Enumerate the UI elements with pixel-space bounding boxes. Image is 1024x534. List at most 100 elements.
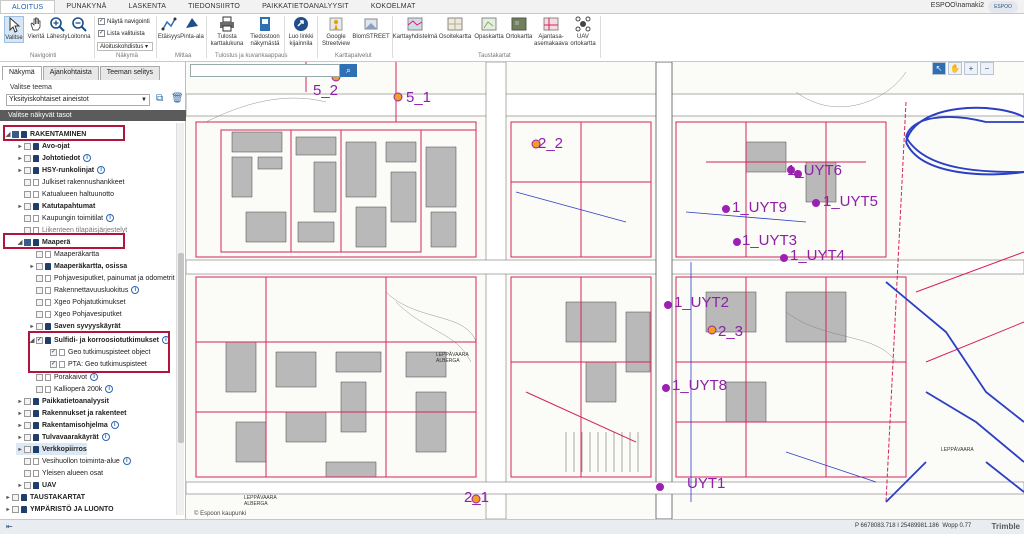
info-icon[interactable]: i — [97, 166, 106, 174]
layer-taustakartat[interactable]: ▸ TAUSTAKARTAT — [4, 491, 85, 503]
expand-icon[interactable]: ▸ — [16, 167, 24, 174]
map-combo-button[interactable]: Karttayhdistelmä — [393, 16, 437, 41]
layer-checkbox[interactable] — [24, 214, 31, 222]
info-icon[interactable]: i — [131, 286, 140, 294]
point-label[interactable]: 1_UYT3 — [742, 232, 797, 249]
guide-map-button[interactable]: Opaskartta — [474, 16, 504, 41]
layer-katutapahtumat[interactable]: ▸ Katutapahtumat — [16, 200, 95, 212]
expand-icon[interactable]: ▸ — [16, 398, 24, 405]
distance-button[interactable]: Etäisyys — [158, 16, 180, 41]
layer-checkbox[interactable] — [24, 178, 31, 186]
layer-checkbox[interactable] — [36, 286, 43, 294]
info-icon[interactable]: i — [122, 457, 131, 465]
layer-verkkopiirros[interactable]: ▸ Verkkopiirros — [16, 443, 87, 455]
point-label[interactable]: 5_2 — [313, 82, 338, 99]
zoom-in-icon[interactable]: + — [964, 62, 978, 75]
layer-checkbox[interactable] — [24, 481, 31, 489]
expand-icon[interactable]: ▸ — [16, 446, 24, 453]
layer-uav[interactable]: ▸ UAV — [16, 479, 56, 491]
layer-rakentamisohjelma[interactable]: ▸ Rakentamisohjelma i — [16, 419, 119, 431]
layer-checkbox[interactable] — [36, 250, 43, 258]
pan-button[interactable]: Vieritä — [26, 16, 46, 41]
expand-icon[interactable]: ▸ — [4, 506, 12, 513]
ortho-map-button[interactable]: Ortokartta — [505, 16, 533, 41]
layer-checkbox[interactable] — [24, 445, 31, 453]
layer-checkbox[interactable] — [24, 166, 31, 174]
expand-icon[interactable]: ▸ — [16, 422, 24, 429]
tab-kokoelmat[interactable]: KOKOELMAT — [360, 0, 427, 13]
layer-yleinen-alue[interactable]: Yleisen alueen osat — [24, 467, 103, 479]
layer-kallioperä[interactable]: Kallioperä 200k i — [36, 383, 114, 395]
streetview-button[interactable]: Google Streetview — [319, 16, 353, 48]
layer-tulva[interactable]: ▸ Tulvavaarakäyrät i — [16, 431, 110, 443]
layer-xgeo-vesi[interactable]: Xgeo Pohjavesiputket — [36, 308, 122, 320]
point-label[interactable]: 2_2 — [538, 135, 563, 152]
tab-aloitus[interactable]: ALOITUS — [0, 0, 56, 13]
selection-tool-dropdown[interactable]: Aloituskohdistus ▾ — [97, 42, 153, 51]
point-label[interactable]: 2_1 — [464, 489, 489, 506]
point-label[interactable]: 5_1 — [406, 89, 431, 106]
tab-paikkatietoanalyysit[interactable]: PAIKKATIETOANALYYSIT — [251, 0, 360, 13]
layer-xgeo-pohja[interactable]: Xgeo Pohjatutkimukset — [36, 296, 126, 308]
layer-checkbox[interactable] — [36, 310, 43, 318]
tab-current[interactable]: Ajankohtaista — [42, 66, 99, 80]
show-navigator-checkbox[interactable]: ✓ Näytä navigointi — [98, 18, 150, 25]
point-label[interactable]: 2_3 — [718, 323, 743, 340]
layer-rakennukset[interactable]: ▸ Rakennukset ja rakenteet — [16, 407, 126, 419]
layer-checkbox[interactable] — [24, 433, 31, 441]
user-name[interactable]: ESPOO\namaki2 — [931, 2, 984, 9]
layer-checkbox[interactable] — [24, 190, 31, 198]
zoning-map-button[interactable]: Ajantasa-asemakaava — [534, 16, 568, 48]
layer-checkbox[interactable] — [36, 373, 43, 381]
layer-johtotiedot[interactable]: ▸ Johtotiedot i — [16, 152, 92, 164]
expand-icon[interactable]: ▸ — [28, 323, 36, 330]
layer-checkbox[interactable] — [36, 322, 43, 330]
info-icon[interactable]: i — [83, 154, 92, 162]
layers-icon[interactable]: ⧉ — [156, 93, 168, 106]
layer-vesihuolto[interactable]: Vesihuollon toiminta-alue i — [24, 455, 131, 467]
info-icon[interactable]: i — [106, 214, 115, 222]
layer-checkbox[interactable] — [24, 409, 31, 417]
layer-avo-ojat[interactable]: ▸ Avo-ojat — [16, 140, 70, 152]
info-icon[interactable]: i — [90, 373, 99, 381]
layer-katualue[interactable]: Katualueen haltuunotto — [24, 188, 114, 200]
scroll-thumb[interactable] — [178, 253, 184, 443]
theme-select[interactable]: Yksityiskohtaiset aineistot ▼ — [6, 94, 150, 106]
point-label[interactable]: 1_UYT5 — [823, 193, 878, 210]
tab-tiedonsiirto[interactable]: TIEDONSIIRTO — [177, 0, 251, 13]
layer-toimitilat[interactable]: Kaupungin toimitilat i — [24, 212, 115, 224]
trash-icon[interactable]: 🗑 — [171, 93, 184, 106]
layer-pohjavesiputket[interactable]: Pohjavesiputket, painumat ja odometrit — [36, 272, 175, 284]
layer-checkbox[interactable] — [12, 493, 19, 501]
zoom-out-button[interactable]: Loitonna — [67, 16, 91, 41]
layer-maaperakartta[interactable]: Maaperäkartta — [36, 248, 99, 260]
expand-icon[interactable]: ▸ — [28, 263, 36, 270]
point-label[interactable]: 1_UYT8 — [672, 377, 727, 394]
info-icon[interactable]: i — [105, 385, 114, 393]
expand-icon[interactable]: ▸ — [16, 482, 24, 489]
tab-punakyna[interactable]: PUNAKYNÄ — [55, 0, 117, 13]
layer-checkbox[interactable] — [12, 505, 19, 513]
point-label[interactable]: 1_UYT4 — [790, 247, 845, 264]
layer-checkbox[interactable] — [36, 262, 43, 270]
tab-legend[interactable]: Teeman selitys — [99, 66, 161, 80]
point-label[interactable]: UYT1 — [687, 475, 725, 492]
info-icon[interactable]: i — [110, 421, 119, 429]
address-map-button[interactable]: Osoitekartta — [437, 16, 473, 41]
expand-icon[interactable]: ▸ — [16, 410, 24, 417]
select-button[interactable]: Valitse — [4, 16, 24, 43]
point-label[interactable]: 1_UYT2 — [674, 294, 729, 311]
layer-checkbox[interactable] — [24, 202, 31, 210]
expand-icon[interactable]: ▸ — [16, 143, 24, 150]
layer-checkbox[interactable] — [36, 298, 43, 306]
expand-icon[interactable]: ▸ — [16, 203, 24, 210]
expand-icon[interactable]: ▸ — [4, 494, 12, 501]
zoom-out-icon[interactable]: − — [980, 62, 994, 75]
layer-checkbox[interactable] — [24, 397, 31, 405]
hand-icon[interactable]: ✋ — [948, 62, 962, 75]
layer-maaperakartta-osissa[interactable]: ▸ Maaperäkartta, osissa — [28, 260, 127, 272]
layer-checkbox[interactable] — [24, 154, 31, 162]
tab-laskenta[interactable]: LASKENTA — [117, 0, 177, 13]
info-icon[interactable]: i — [101, 433, 110, 441]
point-label[interactable]: 1_UYT6 — [787, 162, 842, 179]
